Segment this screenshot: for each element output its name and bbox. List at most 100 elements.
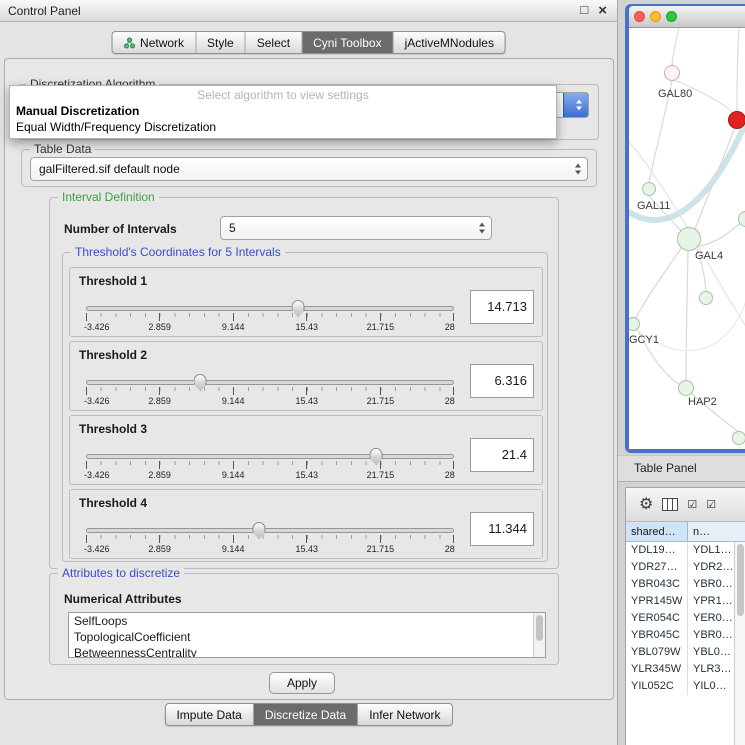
table-row[interactable]: YER054CYER0… [626, 610, 745, 627]
scale-tick-label: 2.859 [148, 470, 171, 480]
network-node[interactable] [699, 291, 713, 305]
close-icon[interactable]: × [598, 2, 607, 19]
tab-impute-data[interactable]: Impute Data [165, 704, 253, 725]
dropdown-placeholder: Select algorithm to view settings [10, 86, 556, 102]
attribute-list-item[interactable]: TopologicalCoefficient [69, 629, 545, 645]
table-row[interactable]: YBL079WYBL0… [626, 644, 745, 661]
network-node[interactable] [732, 431, 745, 445]
network-node-label: GAL80 [658, 88, 692, 100]
tab-network[interactable]: Network [112, 32, 196, 53]
select-none-columns-icon[interactable]: ☑ [706, 499, 716, 511]
slider-track[interactable] [86, 306, 454, 311]
minimize-traffic-light-icon[interactable] [650, 11, 661, 22]
threshold-label: Threshold 4 [79, 496, 147, 510]
table-row[interactable]: YPR145WYPR1… [626, 593, 745, 610]
network-node[interactable] [664, 65, 680, 81]
gear-icon[interactable]: ⚙ [639, 497, 653, 513]
node-table-window: ⚙ ☑ ☑ shared… n… YDL19…YDL1…YDR27…YDR2…Y… [625, 487, 745, 745]
threshold-label: Threshold 3 [79, 422, 147, 436]
table-row[interactable]: YIL052CYIL0… [626, 678, 745, 695]
network-node-label: GAL11 [637, 200, 670, 212]
network-node[interactable] [678, 380, 694, 396]
threshold-4-panel: Threshold 4 11.344 -3.4262.8599.14415.43… [69, 489, 543, 559]
list-scrollbar[interactable] [533, 613, 545, 657]
control-panel-titlebar: Control Panel □ × [0, 0, 617, 22]
tab-label: Discretize Data [265, 708, 346, 722]
slider-track[interactable] [86, 380, 454, 385]
tab-discretize-data[interactable]: Discretize Data [254, 704, 358, 725]
number-of-intervals-combobox[interactable]: 5 [220, 216, 492, 240]
threshold-3-panel: Threshold 3 21.4 -3.4262.8599.14415.4321… [69, 415, 543, 485]
network-view-window: GAL80GAL11GAL4GCY1HAP2 [625, 4, 745, 453]
group-title: Threshold's Coordinates for 5 Intervals [71, 245, 285, 260]
tab-select[interactable]: Select [246, 32, 302, 53]
table-row[interactable]: YBR043CYBR0… [626, 576, 745, 593]
table-row[interactable]: YBR045CYBR0… [626, 627, 745, 644]
slider-ticks [86, 535, 454, 543]
scale-tick-label: 2.859 [148, 544, 171, 554]
network-node[interactable] [642, 182, 656, 196]
slider-scale-labels: -3.4262.8599.14415.4321.71528 [86, 322, 454, 333]
scale-tick-label: -3.426 [84, 396, 110, 406]
threshold-value-field[interactable]: 14.713 [470, 290, 534, 324]
dropdown-option-manual[interactable]: Manual Discretization [10, 102, 556, 118]
threshold-value-field[interactable]: 21.4 [470, 438, 534, 472]
scale-tick-label: 15.43 [296, 396, 319, 406]
attribute-list-item[interactable]: BetweennessCentrality [69, 645, 545, 658]
columns-icon[interactable] [662, 498, 678, 511]
scale-tick-label: 15.43 [296, 544, 319, 554]
scale-tick-label: -3.426 [84, 322, 110, 332]
threshold-2-panel: Threshold 2 6.316 -3.4262.8599.14415.432… [69, 341, 543, 411]
scale-tick-label: -3.426 [84, 470, 110, 480]
network-canvas[interactable]: GAL80GAL11GAL4GCY1HAP2 [629, 28, 745, 449]
network-icon [123, 37, 135, 49]
network-node-label: GAL4 [695, 250, 723, 262]
scale-tick-label: 9.144 [222, 544, 245, 554]
scale-tick-label: 2.859 [148, 396, 171, 406]
float-window-icon[interactable]: □ [580, 2, 588, 19]
select-all-columns-icon[interactable]: ☑ [687, 499, 697, 511]
table-data-group: Table Data galFiltered.sif default node [21, 149, 597, 187]
column-header-name[interactable]: n… [688, 522, 745, 541]
apply-button[interactable]: Apply [269, 672, 335, 694]
group-title: Attributes to discretize [58, 566, 184, 581]
combobox-stepper-cap[interactable] [563, 92, 589, 118]
network-node[interactable] [728, 111, 745, 129]
column-header-shared-name[interactable]: shared… [626, 522, 688, 541]
table-row[interactable]: YLR345WYLR3… [626, 661, 745, 678]
numerical-attributes-list[interactable]: SelfLoopsTopologicalCoefficientBetweenne… [68, 612, 546, 658]
network-node[interactable] [677, 227, 701, 251]
slider-ticks [86, 461, 454, 469]
attribute-list-item[interactable]: SelfLoops [69, 613, 545, 629]
tab-cyni-toolbox[interactable]: Cyni Toolbox [302, 32, 393, 53]
table-cell: YLR345W [626, 661, 688, 678]
table-panel-title: Table Panel [634, 461, 697, 475]
table-row[interactable]: YDL19…YDL1… [626, 542, 745, 559]
tab-infer-network[interactable]: Infer Network [358, 704, 451, 725]
tab-label: Network [140, 36, 184, 50]
scrollbar-thumb[interactable] [737, 544, 744, 616]
table-row[interactable]: YDR27…YDR2… [626, 559, 745, 576]
table-cell: YDL19… [626, 542, 688, 559]
tab-style[interactable]: Style [196, 32, 246, 53]
close-traffic-light-icon[interactable] [634, 11, 645, 22]
dropdown-option-equal-width[interactable]: Equal Width/Frequency Discretization [10, 118, 556, 134]
group-title: Interval Definition [58, 190, 159, 205]
threshold-value-field[interactable]: 6.316 [470, 364, 534, 398]
slider-track[interactable] [86, 454, 454, 459]
scale-tick-label: 21.715 [367, 396, 395, 406]
threshold-value-field[interactable]: 11.344 [470, 512, 534, 546]
slider-track[interactable] [86, 528, 454, 533]
algorithm-dropdown-popup: Select algorithm to view settings Manual… [9, 85, 557, 139]
scale-tick-label: 15.43 [296, 470, 319, 480]
control-panel-window: Control Panel □ × Network Style Select C… [0, 0, 618, 745]
numerical-attributes-label: Numerical Attributes [64, 592, 182, 606]
scrollbar-thumb[interactable] [536, 615, 543, 641]
slider-scale-labels: -3.4262.8599.14415.4321.71528 [86, 396, 454, 407]
zoom-traffic-light-icon[interactable] [666, 11, 677, 22]
tab-jactivemnodules[interactable]: jActiveMNodules [394, 32, 505, 53]
scale-tick-label: 21.715 [367, 544, 395, 554]
table-scrollbar[interactable] [734, 542, 745, 745]
threshold-coordinates-group: Threshold's Coordinates for 5 Intervals … [62, 252, 548, 562]
table-data-combobox[interactable]: galFiltered.sif default node [30, 157, 588, 181]
